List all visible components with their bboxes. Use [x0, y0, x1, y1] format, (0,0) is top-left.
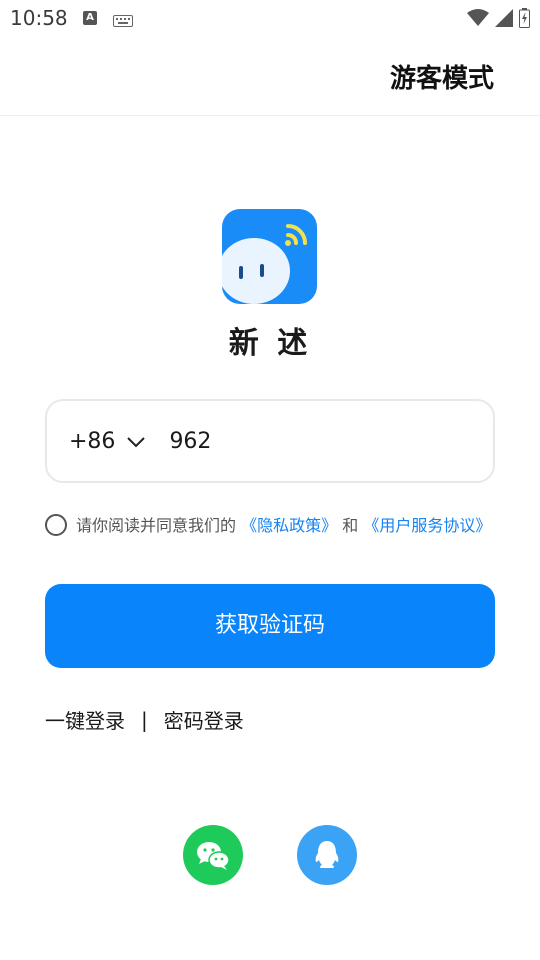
login-separator: |: [141, 707, 148, 732]
phone-input-box: +86: [45, 399, 495, 483]
alt-login-options: 一键登录 | 密码登录: [45, 705, 244, 734]
agreement-and: 和: [342, 516, 359, 535]
status-bar: 10:58 A: [0, 0, 540, 36]
app-name: 新 述: [228, 326, 312, 361]
country-code-select[interactable]: +86: [69, 428, 146, 454]
wifi-icon: [467, 9, 489, 31]
one-click-login-link[interactable]: 一键登录: [45, 705, 125, 734]
agreement-checkbox[interactable]: [45, 514, 67, 536]
notification-a-icon: A: [83, 11, 97, 25]
phone-number-input[interactable]: [169, 428, 450, 454]
top-bar: 游客模式: [0, 36, 540, 116]
qq-icon: [315, 841, 339, 868]
app-logo: [218, 209, 317, 304]
status-time: 10:58: [10, 6, 68, 30]
agreement-prefix: 请你阅读并同意我们的: [76, 516, 237, 535]
wechat-login-button[interactable]: [183, 825, 243, 885]
status-indicators: [467, 8, 530, 32]
terms-of-service-link[interactable]: 《用户服务协议》: [363, 516, 491, 535]
cell-signal-icon: [495, 9, 513, 31]
qq-login-button[interactable]: [297, 825, 357, 885]
get-verification-code-button[interactable]: 获取验证码: [45, 584, 495, 668]
privacy-policy-link[interactable]: 《隐私政策》: [241, 516, 337, 535]
keyboard-icon: [113, 12, 133, 31]
password-login-link[interactable]: 密码登录: [164, 705, 244, 734]
agreement-text: 请你阅读并同意我们的 《隐私政策》 和 《用户服务协议》: [76, 513, 496, 539]
guest-mode-button[interactable]: 游客模式: [390, 58, 494, 95]
chevron-down-icon: [127, 429, 146, 454]
battery-icon: [519, 8, 530, 32]
wechat-icon: [197, 842, 230, 870]
country-code-value: +86: [69, 428, 116, 454]
